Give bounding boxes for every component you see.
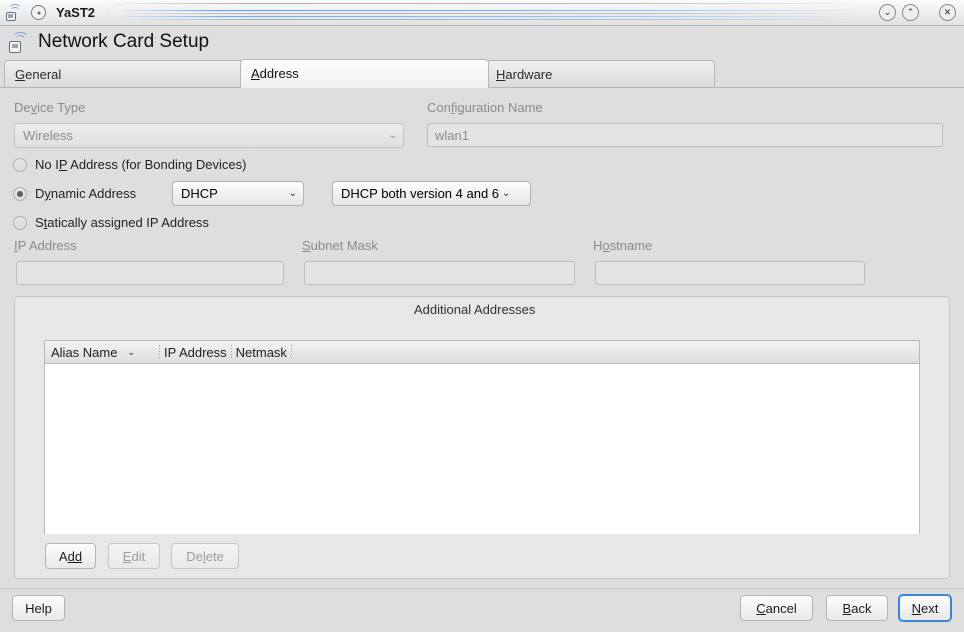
column-header-netmask[interactable]: Netmask bbox=[236, 341, 287, 364]
column-divider[interactable] bbox=[231, 345, 232, 359]
delete-button[interactable]: Delete bbox=[171, 543, 239, 569]
chevron-down-icon: ⌄ bbox=[502, 188, 510, 199]
tab-address-mnemonic: A bbox=[251, 66, 260, 81]
column-header-alias-name[interactable]: Alias Name ⌄ bbox=[45, 341, 155, 364]
back-button[interactable]: Back bbox=[826, 595, 888, 621]
dhcp-version-combo[interactable]: DHCP both version 4 and 6 ⌄ bbox=[332, 181, 531, 206]
close-button[interactable]: ✕ bbox=[939, 4, 956, 21]
column-header-ip-address[interactable]: IP Address bbox=[164, 341, 227, 364]
next-button[interactable]: Next bbox=[898, 594, 952, 622]
tab-general-mnemonic: G bbox=[15, 67, 25, 82]
help-button[interactable]: Help bbox=[12, 595, 65, 621]
dynamic-protocol-combo[interactable]: DHCP ⌄ bbox=[172, 181, 304, 206]
hostname-label: Hostname bbox=[593, 238, 652, 253]
maximize-button[interactable]: ⌃ bbox=[902, 4, 919, 21]
edit-button[interactable]: Edit bbox=[108, 543, 160, 569]
window-icon bbox=[5, 4, 23, 22]
chevron-down-icon: ⌄ bbox=[289, 188, 297, 199]
network-card-icon bbox=[8, 31, 30, 53]
configuration-name-label: Configuration Name bbox=[427, 100, 543, 115]
hostname-input[interactable] bbox=[595, 261, 865, 285]
tab-hardware[interactable]: Hardware bbox=[485, 60, 715, 87]
cancel-button[interactable]: Cancel bbox=[740, 595, 813, 621]
dialog-heading: Network Card Setup bbox=[0, 27, 964, 57]
subnet-mask-input[interactable] bbox=[304, 261, 575, 285]
footer-separator bbox=[0, 588, 964, 589]
add-button[interactable]: Add bbox=[45, 543, 96, 569]
tab-address[interactable]: Address bbox=[240, 59, 489, 87]
device-type-value: Wireless bbox=[23, 128, 383, 143]
chevron-down-icon: ⌄ bbox=[127, 347, 135, 358]
subnet-mask-label: Subnet Mask bbox=[302, 238, 378, 253]
radio-no-ip-address-label: No IP Address (for Bonding Devices) bbox=[35, 157, 246, 172]
yast-network-card-setup-window: YaST2 ⌄ ⌃ ✕ Network Card Setup General A… bbox=[0, 0, 964, 632]
tab-active-notch bbox=[241, 87, 488, 88]
device-type-label: Device Type bbox=[14, 100, 85, 115]
dhcp-version-value: DHCP both version 4 and 6 bbox=[341, 186, 499, 201]
radio-no-ip-address[interactable]: No IP Address (for Bonding Devices) bbox=[13, 157, 246, 172]
radio-indicator bbox=[13, 187, 27, 201]
configuration-name-input[interactable]: wlan1 bbox=[427, 123, 943, 147]
additional-addresses-title: Additional Addresses bbox=[414, 302, 535, 317]
tab-general-label: eneral bbox=[25, 67, 61, 82]
device-type-combo[interactable]: Wireless ⌄ bbox=[14, 123, 404, 148]
table-body[interactable] bbox=[45, 364, 919, 534]
radio-dynamic-address[interactable]: Dynamic Address bbox=[13, 186, 136, 201]
window-menu-icon[interactable] bbox=[31, 5, 46, 20]
radio-static-address-label: Statically assigned IP Address bbox=[35, 215, 209, 230]
window-controls: ⌄ ⌃ ✕ bbox=[879, 4, 956, 21]
radio-indicator bbox=[13, 216, 27, 230]
tab-bar: General Address Hardware bbox=[0, 60, 964, 88]
table-header-row: Alias Name ⌄ IP Address Netmask bbox=[45, 341, 919, 364]
ip-address-input[interactable] bbox=[16, 261, 284, 285]
titlebar-decoration bbox=[105, 3, 869, 23]
radio-indicator bbox=[13, 158, 27, 172]
ip-address-label: IP Address bbox=[14, 238, 77, 253]
tab-hardware-label: ardware bbox=[505, 67, 552, 82]
window-titlebar: YaST2 ⌄ ⌃ ✕ bbox=[0, 0, 964, 26]
tab-general[interactable]: General bbox=[4, 60, 244, 87]
dynamic-protocol-value: DHCP bbox=[181, 186, 283, 201]
radio-dynamic-address-label: Dynamic Address bbox=[35, 186, 136, 201]
column-divider[interactable] bbox=[291, 345, 292, 359]
tab-address-label: ddress bbox=[260, 66, 299, 81]
minimize-button[interactable]: ⌄ bbox=[879, 4, 896, 21]
configuration-name-value: wlan1 bbox=[435, 128, 469, 143]
page-title: Network Card Setup bbox=[38, 31, 209, 53]
additional-addresses-table[interactable]: Alias Name ⌄ IP Address Netmask bbox=[44, 340, 920, 534]
window-title: YaST2 bbox=[56, 5, 95, 20]
chevron-down-icon: ⌄ bbox=[389, 130, 397, 141]
column-divider[interactable] bbox=[159, 345, 160, 359]
tab-hardware-mnemonic: H bbox=[496, 67, 505, 82]
radio-static-address[interactable]: Statically assigned IP Address bbox=[13, 215, 209, 230]
